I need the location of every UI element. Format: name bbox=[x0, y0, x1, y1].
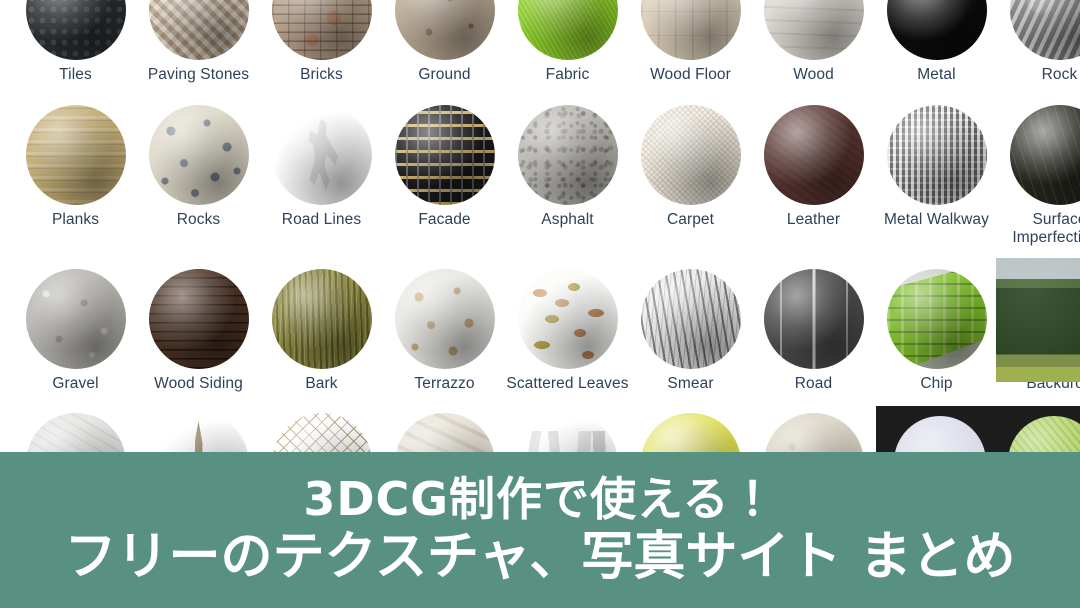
backdrop-photo-image bbox=[996, 258, 1080, 382]
texture-card[interactable]: Wood Siding bbox=[137, 269, 260, 393]
texture-card[interactable]: Scattered Leaves bbox=[506, 269, 629, 393]
texture-label: Road bbox=[794, 375, 833, 392]
backdrop-photo-thumbnail[interactable] bbox=[996, 258, 1080, 382]
texture-thumbnail bbox=[763, 105, 864, 205]
texture-label: Metal Walkway bbox=[884, 211, 989, 228]
texture-label: Wood Siding bbox=[154, 375, 243, 392]
texture-label: Wood Floor bbox=[650, 66, 731, 83]
texture-label: Bricks bbox=[300, 66, 343, 83]
texture-card[interactable]: Terrazzo bbox=[383, 269, 506, 393]
texture-card[interactable]: Planks bbox=[14, 105, 137, 229]
title-banner: 3DCG制作で使える！ フリーのテクスチャ、写真サイト まとめ bbox=[0, 452, 1080, 608]
texture-card[interactable]: Smear bbox=[629, 269, 752, 393]
texture-label: Scattered Leaves bbox=[506, 375, 629, 392]
texture-card[interactable]: Asphalt bbox=[506, 105, 629, 229]
texture-thumbnail bbox=[394, 0, 495, 60]
texture-thumbnail bbox=[886, 105, 987, 205]
texture-label: Facade bbox=[418, 211, 471, 228]
texture-label: Rock bbox=[1041, 66, 1078, 83]
texture-thumbnail bbox=[886, 0, 987, 60]
texture-thumbnail bbox=[517, 105, 618, 205]
texture-card[interactable]: Leather bbox=[752, 105, 875, 229]
texture-label: Fabric bbox=[545, 66, 590, 83]
texture-label: Smear bbox=[667, 375, 714, 392]
texture-card[interactable]: Ground bbox=[383, 0, 506, 84]
texture-card[interactable]: Metal bbox=[875, 0, 998, 84]
texture-card[interactable]: Paving Stones bbox=[137, 0, 260, 84]
texture-label: Tiles bbox=[59, 66, 92, 83]
texture-label: Surface Imperfections bbox=[1012, 211, 1080, 246]
texture-thumbnail bbox=[394, 105, 495, 205]
texture-card[interactable]: Bark bbox=[260, 269, 383, 393]
texture-thumbnail bbox=[640, 0, 741, 60]
texture-card[interactable]: Chip bbox=[875, 269, 998, 393]
texture-thumbnail bbox=[271, 105, 372, 205]
dark-preview-strip[interactable] bbox=[876, 406, 1080, 452]
preview-sphere-pale bbox=[894, 416, 986, 452]
texture-label: Gravel bbox=[52, 375, 99, 392]
texture-thumbnail bbox=[148, 269, 249, 369]
texture-thumbnail bbox=[640, 269, 741, 369]
texture-label: Carpet bbox=[666, 211, 715, 228]
texture-label: Planks bbox=[51, 211, 100, 228]
texture-thumbnail bbox=[517, 269, 618, 369]
texture-thumbnail bbox=[25, 269, 126, 369]
texture-label: Ground bbox=[418, 66, 471, 83]
texture-thumbnail bbox=[271, 0, 372, 60]
texture-thumbnail bbox=[394, 269, 495, 369]
texture-label: Metal bbox=[917, 66, 956, 83]
texture-thumbnail bbox=[640, 105, 741, 205]
texture-card[interactable]: Wood Floor bbox=[629, 0, 752, 84]
texture-label: Road Lines bbox=[281, 211, 362, 228]
texture-thumbnail bbox=[271, 269, 372, 369]
texture-card[interactable]: Rock bbox=[998, 0, 1080, 84]
texture-label: Wood bbox=[793, 66, 834, 83]
texture-card[interactable]: Carpet bbox=[629, 105, 752, 229]
texture-thumbnail bbox=[25, 105, 126, 205]
texture-label: Rocks bbox=[176, 211, 221, 228]
texture-thumbnail bbox=[763, 269, 864, 369]
texture-label: Terrazzo bbox=[414, 375, 475, 392]
texture-card[interactable]: Fabric bbox=[506, 0, 629, 84]
texture-label: Asphalt bbox=[541, 211, 594, 228]
preview-sphere-green bbox=[1008, 416, 1080, 452]
texture-card[interactable]: Rocks bbox=[137, 105, 260, 229]
texture-card[interactable]: Facade bbox=[383, 105, 506, 229]
texture-card[interactable]: Tiles bbox=[14, 0, 137, 84]
texture-card[interactable]: Road Lines bbox=[260, 105, 383, 229]
banner-title-line-2: フリーのテクスチャ、写真サイト まとめ bbox=[64, 526, 1016, 587]
texture-card[interactable]: Road bbox=[752, 269, 875, 393]
texture-card[interactable]: Gravel bbox=[14, 269, 137, 393]
banner-title-line-1: 3DCG制作で使える！ bbox=[303, 472, 777, 527]
texture-thumbnail bbox=[148, 0, 249, 60]
texture-thumbnail bbox=[148, 105, 249, 205]
texture-label: Bark bbox=[305, 375, 338, 392]
texture-label: Chip bbox=[920, 375, 953, 392]
texture-card[interactable]: Metal Walkway bbox=[875, 105, 998, 229]
texture-card[interactable]: Surface Imperfections bbox=[998, 105, 1080, 247]
texture-thumbnail bbox=[517, 0, 618, 60]
texture-thumbnail bbox=[25, 0, 126, 60]
texture-card[interactable]: Bricks bbox=[260, 0, 383, 84]
texture-label: Paving Stones bbox=[147, 66, 250, 83]
texture-thumbnail bbox=[1009, 105, 1080, 205]
texture-card[interactable]: Wood bbox=[752, 0, 875, 84]
texture-thumbnail bbox=[763, 0, 864, 60]
texture-thumbnail bbox=[1009, 0, 1080, 60]
texture-label: Leather bbox=[786, 211, 841, 228]
texture-thumbnail bbox=[886, 269, 987, 369]
